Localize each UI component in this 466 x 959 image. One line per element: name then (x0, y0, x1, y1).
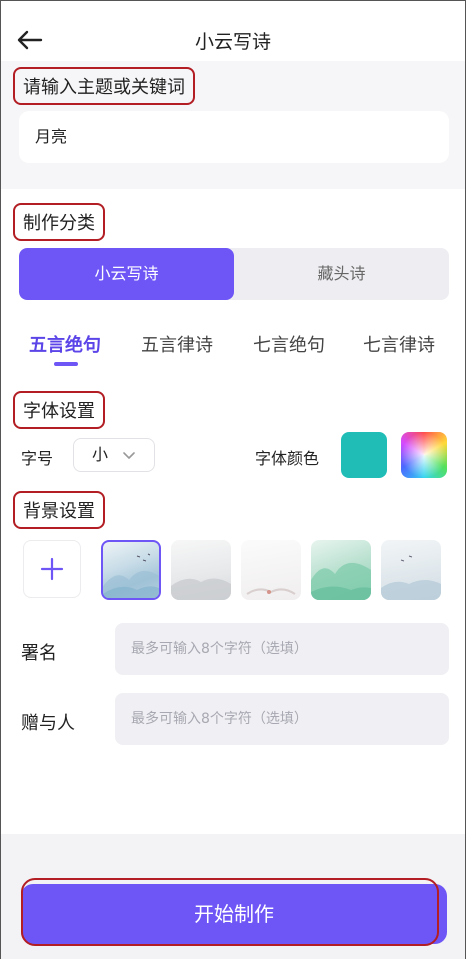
page-title: 小云写诗 (194, 31, 271, 53)
theme-input[interactable]: 月亮 (19, 111, 449, 163)
font-size-select[interactable]: 小 (73, 438, 155, 472)
tab-wuyan-jueju[interactable]: 五言绝句 (29, 331, 101, 357)
app-frame: 小云写诗 请输入主题或关键词 月亮 制作分类 小云写诗 藏头诗 五言绝句 五言律… (0, 0, 466, 959)
color-picker-icon[interactable] (401, 432, 447, 478)
category-segmented-control: 小云写诗 藏头诗 (19, 248, 449, 300)
mountain-landscape-icon (171, 578, 231, 600)
start-button[interactable]: 开始制作 (21, 884, 447, 944)
tab-wuyan-lvshi[interactable]: 五言律诗 (141, 331, 213, 357)
background-thumbnail-1[interactable] (101, 540, 161, 600)
background-thumbnail-4[interactable] (311, 540, 371, 600)
font-size-label: 字号 (21, 449, 54, 468)
mountain-landscape-icon (381, 555, 441, 600)
theme-label: 请输入主题或关键词 (13, 67, 195, 105)
tab-qiyan-jueju[interactable]: 七言绝句 (253, 331, 325, 357)
mountain-landscape-icon (311, 562, 371, 600)
background-thumbnail-5[interactable] (381, 540, 441, 600)
active-tab-indicator (54, 362, 78, 366)
background-thumbnail-2[interactable] (171, 540, 231, 600)
signature-input[interactable]: 最多可输入8个字符（选填） (115, 623, 449, 675)
background-thumbnail-3[interactable] (241, 540, 301, 600)
recipient-label: 赠与人 (21, 713, 75, 734)
chevron-down-icon (123, 452, 135, 459)
font-color-teal-swatch[interactable] (341, 432, 387, 478)
segment-cangtou[interactable]: 藏头诗 (234, 248, 449, 300)
font-size-value: 小 (92, 445, 109, 464)
category-label: 制作分类 (13, 203, 105, 241)
signature-label: 署名 (21, 643, 57, 664)
segment-xiaoyun[interactable]: 小云写诗 (19, 248, 234, 300)
tab-qiyan-lvshi[interactable]: 七言律诗 (363, 331, 435, 357)
add-background-button[interactable] (23, 540, 81, 598)
font-settings-label: 字体设置 (13, 391, 105, 429)
background-settings-label: 背景设置 (13, 491, 105, 529)
recipient-input[interactable]: 最多可输入8个字符（选填） (115, 693, 449, 745)
color-picker-wheel (401, 432, 447, 478)
font-color-label: 字体颜色 (255, 449, 320, 468)
plus-icon (40, 557, 64, 581)
mountain-landscape-icon (246, 588, 296, 595)
mountain-landscape-icon (103, 553, 159, 598)
